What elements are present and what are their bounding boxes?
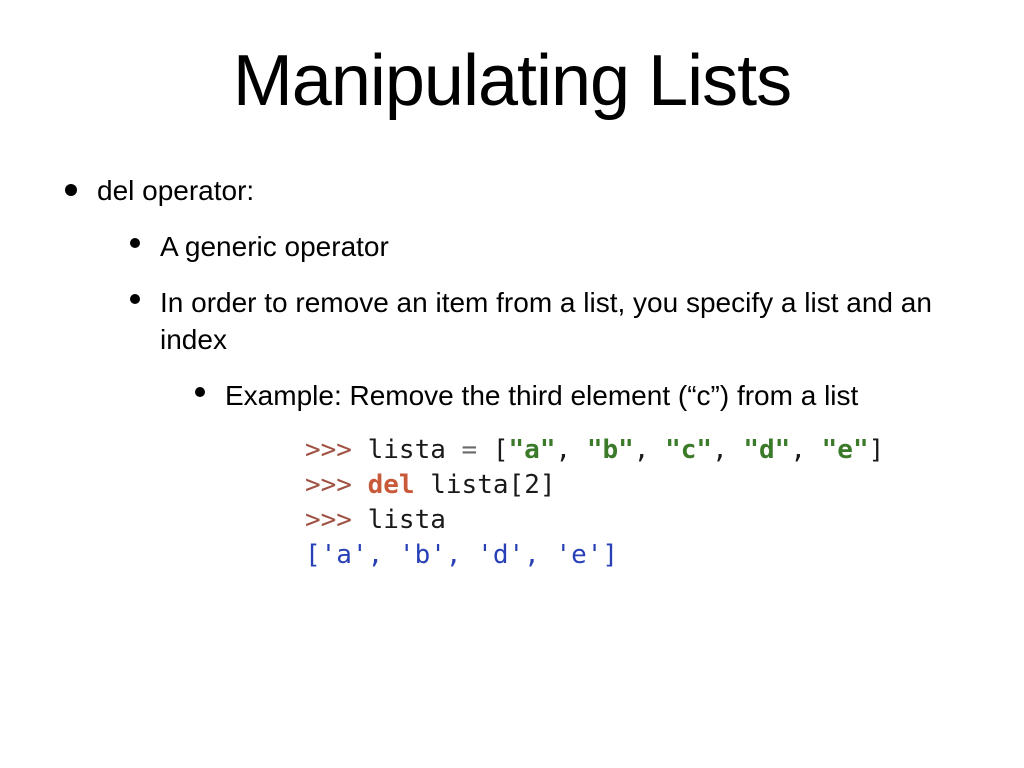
bullet-level-1: A generic operator: [130, 228, 974, 266]
code-prompt: >>>: [305, 470, 352, 500]
code-str: "e": [822, 435, 869, 465]
code-var: lista: [430, 470, 508, 500]
code-prompt: >>>: [305, 435, 352, 465]
bullet-level-2: Example: Remove the third element (“c”) …: [195, 377, 974, 415]
code-var: lista: [368, 505, 446, 535]
code-idx-num: 2: [524, 470, 540, 500]
code-output: ['a', 'b', 'd', 'e']: [305, 540, 618, 570]
bullet-text: Example: Remove the third element (“c”) …: [225, 377, 858, 415]
code-prompt: >>>: [305, 505, 352, 535]
code-comma: ,: [712, 435, 743, 465]
bullet-dot-icon: [65, 184, 77, 196]
code-var: lista: [368, 435, 446, 465]
bullet-text: In order to remove an item from a list, …: [160, 284, 974, 360]
code-idx: ]: [540, 470, 556, 500]
bullet-text: del operator:: [97, 172, 254, 210]
bullet-dot-icon: [130, 294, 140, 304]
bullet-dot-icon: [195, 387, 205, 397]
bullet-text: A generic operator: [160, 228, 389, 266]
bullet-level-0: del operator:: [65, 172, 974, 210]
code-op: =: [446, 435, 493, 465]
code-bracket: [: [493, 435, 509, 465]
code-comma: ,: [634, 435, 665, 465]
code-bracket: ]: [869, 435, 885, 465]
code-idx: [: [509, 470, 525, 500]
code-str: "c": [665, 435, 712, 465]
code-comma: ,: [790, 435, 821, 465]
slide-title: Manipulating Lists: [50, 40, 974, 122]
bullet-level-1: In order to remove an item from a list, …: [130, 284, 974, 360]
code-str: "d": [743, 435, 790, 465]
code-comma: ,: [556, 435, 587, 465]
code-str: "a": [509, 435, 556, 465]
code-example: >>> lista = ["a", "b", "c", "d", "e"] >>…: [305, 433, 974, 573]
bullet-dot-icon: [130, 238, 140, 248]
code-keyword: del: [368, 470, 415, 500]
code-str: "b": [587, 435, 634, 465]
